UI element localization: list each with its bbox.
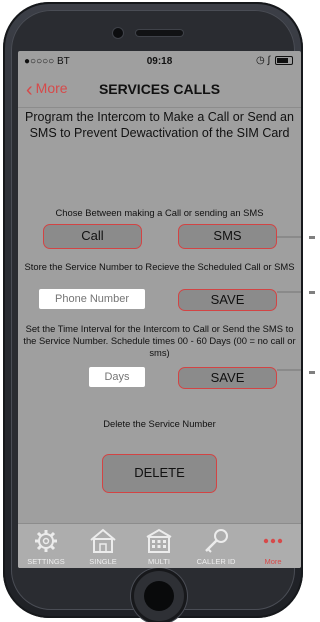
delete-label: Delete the Service Number	[103, 418, 216, 429]
save-number-button[interactable]: SAVE	[178, 289, 277, 311]
key-icon	[205, 529, 228, 553]
save-number-connector-line	[277, 291, 301, 293]
front-camera	[113, 28, 123, 38]
tab-single-label: SINGLE	[89, 557, 117, 566]
side-marker-1	[309, 236, 315, 239]
more-dots-icon	[263, 538, 283, 544]
battery-icon	[275, 55, 293, 65]
phone-number-input[interactable]	[39, 289, 145, 309]
earpiece-speaker	[136, 30, 183, 36]
tab-multi[interactable]: MULTI	[131, 524, 187, 568]
house-icon	[90, 528, 116, 553]
sms-button[interactable]: SMS	[178, 224, 277, 249]
tab-bar: SETTINGS SINGLE MULTI CALLER ID More	[18, 523, 301, 568]
tab-single[interactable]: SINGLE	[75, 524, 131, 568]
side-marker-2	[309, 291, 315, 294]
alarm-icon: ◷	[255, 55, 265, 66]
tab-more[interactable]: More	[245, 524, 301, 568]
bluetooth-icon: ∫	[267, 55, 271, 66]
tab-caller-id-label: CALLER ID	[196, 557, 236, 566]
status-icons: ◷ ∫	[256, 55, 293, 66]
status-bar: ●○○○○ BT 09:18 ◷ ∫	[18, 51, 301, 71]
tab-caller-id[interactable]: CALLER ID	[188, 524, 244, 568]
delete-button[interactable]: DELETE	[102, 454, 217, 493]
save-interval-connector-line	[277, 369, 301, 371]
days-input[interactable]	[89, 367, 145, 387]
call-button[interactable]: Call	[43, 224, 142, 249]
side-marker-3	[309, 371, 315, 374]
home-button-inner	[144, 581, 174, 611]
building-icon	[146, 528, 172, 553]
tab-settings[interactable]: SETTINGS	[18, 524, 74, 568]
sms-connector-line	[277, 236, 301, 238]
tab-settings-label: SETTINGS	[27, 557, 65, 566]
choice-label: Chose Between making a Call or sending a…	[55, 207, 264, 218]
home-button[interactable]	[134, 571, 184, 621]
interval-label: Set the Time Interval for the Intercom t…	[23, 323, 296, 358]
save-interval-button[interactable]: SAVE	[178, 367, 277, 389]
app-screen: ●○○○○ BT 09:18 ◷ ∫ ‹ More SERVICES CALLS …	[18, 51, 301, 568]
gear-icon	[35, 530, 57, 552]
service-number-label: Store the Service Number to Recieve the …	[24, 261, 295, 272]
intro-text: Program the Intercom to Make a Call or S…	[25, 110, 294, 140]
page-title: SERVICES CALLS	[98, 81, 221, 97]
tab-more-label: More	[264, 557, 282, 566]
tab-multi-label: MULTI	[148, 557, 170, 566]
navigation-bar: ‹ More SERVICES CALLS	[18, 71, 301, 108]
